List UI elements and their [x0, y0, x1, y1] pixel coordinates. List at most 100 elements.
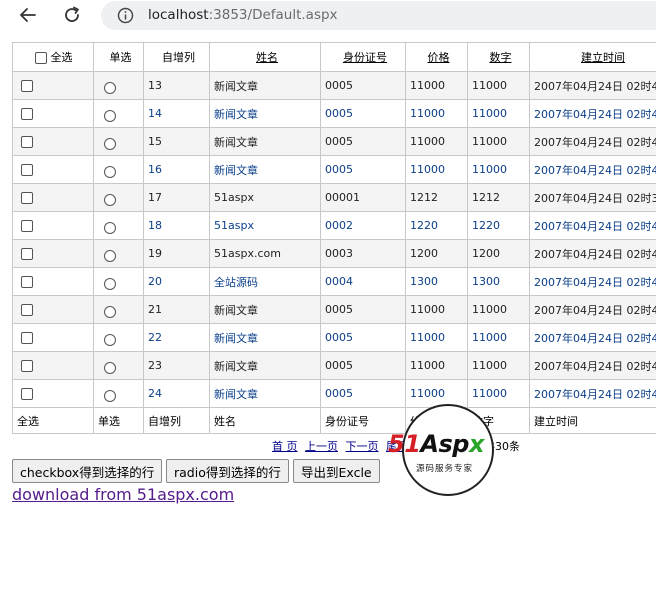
- download-link[interactable]: download from 51aspx.com: [12, 485, 234, 504]
- row-radio[interactable]: [104, 277, 116, 290]
- cell-number: 11000: [467, 379, 530, 408]
- watermark-logo: 51Aspx 源码服务专家: [388, 404, 494, 496]
- cell-auto-id: 19: [143, 239, 210, 268]
- cell-created: 2007年04月24日 02时44分: [529, 379, 656, 408]
- header-created[interactable]: 建立时间: [529, 42, 656, 72]
- row-radio[interactable]: [104, 137, 116, 150]
- cell-auto-id: 24: [143, 379, 210, 408]
- row-checkbox[interactable]: [21, 220, 33, 232]
- pager-prev-link[interactable]: 上一页: [305, 440, 338, 453]
- row-select-cell: [12, 211, 94, 240]
- pager-next-link[interactable]: 下一页: [346, 440, 379, 453]
- row-radio-cell: [93, 99, 144, 128]
- row-checkbox[interactable]: [21, 360, 33, 372]
- address-bar[interactable]: localhost:3853/Default.aspx: [101, 1, 656, 30]
- cell-created: 2007年04月24日 02时43分: [529, 239, 656, 268]
- cell-id-card: 00001: [320, 183, 406, 212]
- url-text[interactable]: localhost:3853/Default.aspx: [148, 7, 338, 23]
- cell-name: 新闻文章: [209, 99, 321, 128]
- cell-id-card: 0005: [320, 351, 406, 380]
- row-checkbox[interactable]: [21, 80, 33, 92]
- row-checkbox[interactable]: [21, 192, 33, 204]
- row-radio[interactable]: [104, 221, 116, 234]
- cell-id-card: 0002: [320, 211, 406, 240]
- table-row: 1951aspx.com0003120012002007年04月24日 02时4…: [12, 239, 656, 268]
- back-button[interactable]: [15, 3, 41, 27]
- row-select-cell: [12, 295, 94, 324]
- header-name[interactable]: 姓名: [209, 42, 321, 72]
- header-select-all[interactable]: 全选: [12, 42, 94, 72]
- row-select-cell: [12, 379, 94, 408]
- row-radio[interactable]: [104, 165, 116, 178]
- row-radio[interactable]: [104, 81, 116, 94]
- sort-id-card-link[interactable]: 身份证号: [343, 51, 387, 64]
- watermark-logo-asp: Asp: [420, 430, 469, 458]
- reload-button[interactable]: [59, 3, 85, 27]
- footer-name: 姓名: [209, 407, 321, 434]
- sort-price-link[interactable]: 价格: [428, 51, 450, 64]
- header-id-card[interactable]: 身份证号: [320, 42, 406, 72]
- cell-id-card: 0005: [320, 295, 406, 324]
- row-radio[interactable]: [104, 361, 116, 374]
- cell-price: 11000: [405, 71, 468, 100]
- cell-price: 1200: [405, 239, 468, 268]
- row-checkbox[interactable]: [21, 276, 33, 288]
- row-radio-cell: [93, 239, 144, 268]
- table-row: 23新闻文章000511000110002007年04月24日 02时44分: [12, 351, 656, 380]
- row-radio[interactable]: [104, 249, 116, 262]
- select-all-checkbox[interactable]: [35, 52, 47, 64]
- cell-auto-id: 21: [143, 295, 210, 324]
- checkbox-selected-rows-button[interactable]: checkbox得到选择的行: [12, 459, 163, 483]
- row-checkbox[interactable]: [21, 136, 33, 148]
- cell-id-card: 0005: [320, 127, 406, 156]
- row-radio-cell: [93, 71, 144, 100]
- sort-created-link[interactable]: 建立时间: [581, 51, 625, 64]
- cell-name: 新闻文章: [209, 351, 321, 380]
- cell-name: 新闻文章: [209, 295, 321, 324]
- site-info-icon[interactable]: [117, 7, 134, 24]
- row-checkbox[interactable]: [21, 304, 33, 316]
- table-row: 1751aspx00001121212122007年04月24日 02时32分: [12, 183, 656, 212]
- cell-number: 11000: [467, 323, 530, 352]
- footer-select-all: 全选: [12, 407, 94, 434]
- row-checkbox[interactable]: [21, 164, 33, 176]
- row-select-cell: [12, 239, 94, 268]
- row-select-cell: [12, 267, 94, 296]
- row-checkbox[interactable]: [21, 332, 33, 344]
- row-radio[interactable]: [104, 193, 116, 206]
- url-path: :3853/Default.aspx: [208, 7, 338, 23]
- row-select-cell: [12, 183, 94, 212]
- row-radio[interactable]: [104, 109, 116, 122]
- export-excel-button[interactable]: 导出到Excle: [293, 459, 380, 483]
- header-number[interactable]: 数字: [467, 42, 530, 72]
- row-select-cell: [12, 127, 94, 156]
- sort-number-link[interactable]: 数字: [490, 51, 512, 64]
- header-price[interactable]: 价格: [405, 42, 468, 72]
- cell-created: 2007年04月24日 02时44分: [529, 99, 656, 128]
- sort-name-link[interactable]: 姓名: [256, 51, 278, 64]
- radio-selected-row-button[interactable]: radio得到选择的行: [166, 459, 289, 483]
- cell-auto-id: 22: [143, 323, 210, 352]
- row-radio-cell: [93, 211, 144, 240]
- cell-price: 11000: [405, 127, 468, 156]
- row-checkbox[interactable]: [21, 248, 33, 260]
- cell-auto-id: 18: [143, 211, 210, 240]
- cell-price: 11000: [405, 351, 468, 380]
- cell-number: 11000: [467, 295, 530, 324]
- data-grid: 全选 单选 自增列 姓名 身份证号 价格 数字 建立时间 13 新闻文章 0005 1…: [12, 42, 656, 434]
- row-checkbox[interactable]: [21, 108, 33, 120]
- cell-id-card: 0003: [320, 239, 406, 268]
- row-radio[interactable]: [104, 389, 116, 402]
- pager-first-link[interactable]: 首 页: [272, 440, 298, 453]
- cell-name: 新闻文章: [209, 379, 321, 408]
- row-radio[interactable]: [104, 305, 116, 318]
- cell-name: 新闻文章: [209, 155, 321, 184]
- url-host: localhost: [148, 7, 209, 23]
- header-single: 单选: [93, 42, 144, 72]
- cell-auto-id: 14: [143, 99, 210, 128]
- row-radio[interactable]: [104, 333, 116, 346]
- row-checkbox[interactable]: [21, 388, 33, 400]
- cell-id-card: 0005: [320, 379, 406, 408]
- row-radio-cell: [93, 295, 144, 324]
- cell-id-card: 0005: [320, 155, 406, 184]
